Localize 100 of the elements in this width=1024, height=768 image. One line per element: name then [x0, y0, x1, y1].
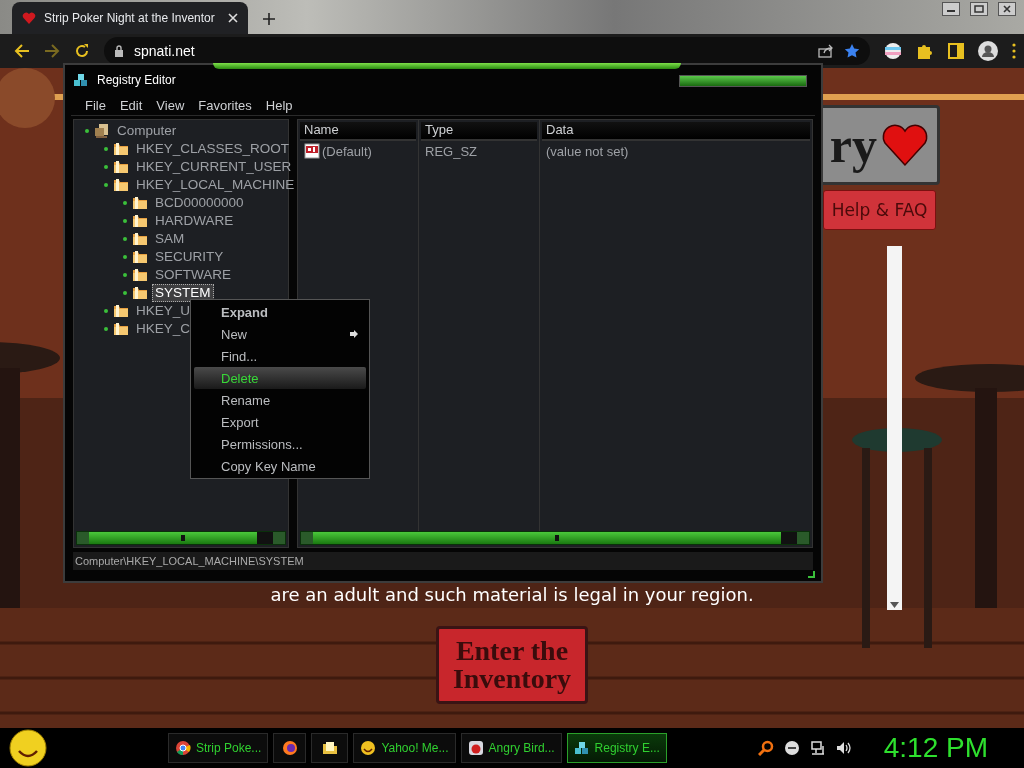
clock: 4:12 PM	[883, 732, 988, 764]
horizontal-scrollbar[interactable]	[76, 531, 286, 545]
folder-icon	[132, 285, 148, 301]
folder-icon	[113, 141, 129, 157]
menu-icon[interactable]	[1012, 43, 1016, 59]
tree-item[interactable]: HKEY_LOCAL_MACHINE	[133, 176, 298, 194]
plus-icon[interactable]	[262, 12, 276, 26]
heart-icon	[22, 11, 36, 25]
folder-icon	[132, 213, 148, 229]
folder-icon	[132, 195, 148, 211]
string-value-icon	[304, 143, 320, 159]
tree-item[interactable]: BCD00000000	[152, 194, 247, 212]
taskbar-button[interactable]: Yahoo! Me...	[353, 733, 456, 763]
menu-item[interactable]: Favorites	[198, 96, 252, 114]
expander-dot[interactable]	[122, 254, 128, 260]
minus-circle-icon[interactable]	[783, 740, 800, 756]
back-arrow-icon[interactable]	[14, 43, 30, 59]
menu-item[interactable]: Delete	[194, 367, 366, 389]
expander-dot[interactable]	[122, 218, 128, 224]
caption-buttons[interactable]	[679, 75, 807, 87]
tree-item[interactable]: SAM	[152, 230, 188, 248]
volume-icon[interactable]	[835, 740, 852, 756]
horizontal-scrollbar[interactable]	[300, 531, 810, 545]
folder-icon	[113, 321, 129, 337]
share-icon[interactable]	[818, 44, 834, 58]
expander-dot[interactable]	[103, 182, 109, 188]
menu-item[interactable]: Permissions...	[194, 433, 366, 455]
menu-item[interactable]: New	[194, 323, 366, 345]
resize-grip-icon[interactable]	[807, 570, 815, 578]
expander-dot[interactable]	[84, 128, 90, 134]
avatar-icon[interactable]	[978, 41, 998, 61]
minimize-icon[interactable]	[942, 2, 960, 16]
heart-icon	[881, 123, 929, 167]
smiley-start-icon[interactable]	[8, 728, 48, 768]
sidebar-icon[interactable]	[948, 43, 964, 59]
expander-dot[interactable]	[103, 326, 109, 332]
lock-icon	[114, 45, 124, 57]
network-icon[interactable]	[809, 740, 826, 756]
menu-item[interactable]: Find...	[194, 345, 366, 367]
column-header[interactable]: Name	[300, 122, 416, 141]
tree-item[interactable]: HKEY_CLASSES_ROOT	[133, 140, 293, 158]
taskbar-icon-button[interactable]	[311, 733, 349, 763]
submenu-arrow-icon	[350, 330, 358, 338]
browser-icon	[175, 740, 191, 756]
star-icon[interactable]	[844, 43, 860, 59]
fox-browser-icon	[281, 740, 298, 756]
tree-item[interactable]: HARDWARE	[152, 212, 237, 230]
smiley-icon	[360, 740, 377, 756]
address-bar[interactable]: spnati.net	[104, 37, 870, 65]
tree-item[interactable]: SECURITY	[152, 248, 227, 266]
menu-item[interactable]: View	[156, 96, 185, 114]
profile-badge-icon[interactable]	[884, 42, 902, 60]
expander-dot[interactable]	[122, 236, 128, 242]
menu-item[interactable]: Copy Key Name	[194, 455, 366, 477]
folder-icon	[132, 249, 148, 265]
tree-item[interactable]: HKEY_U	[133, 302, 194, 320]
expander-dot[interactable]	[103, 308, 109, 314]
registry-cubes-icon	[73, 72, 89, 88]
menu-item[interactable]: File	[85, 96, 106, 114]
expander-dot[interactable]	[103, 164, 109, 170]
taskbar-icon-button[interactable]	[273, 733, 307, 763]
tree-item[interactable]: HKEY_C	[133, 320, 194, 338]
search-icon[interactable]	[757, 740, 774, 756]
folder-icon	[113, 159, 129, 175]
column-header[interactable]: Type	[421, 122, 537, 141]
scroll-down-arrow-icon[interactable]	[890, 602, 899, 608]
expander-dot[interactable]	[122, 272, 128, 278]
computer-icon	[94, 123, 110, 139]
folder-icon	[132, 231, 148, 247]
notice-text: are an adult and such material is legal in your region.	[270, 584, 754, 605]
column-header[interactable]: Data	[542, 122, 810, 141]
menu-item[interactable]: Help	[265, 96, 293, 114]
menu-item[interactable]: Rename	[194, 389, 366, 411]
close-icon[interactable]	[998, 2, 1016, 16]
folder-icon	[132, 267, 148, 283]
browser-tab[interactable]: Strip Poker Night at the Inventor	[12, 2, 248, 34]
taskbar-button[interactable]: Registry E...	[566, 733, 667, 763]
tree-item[interactable]: HKEY_CURRENT_USER	[133, 158, 295, 176]
expander-dot[interactable]	[122, 290, 128, 296]
expander-dot[interactable]	[122, 200, 128, 206]
tree-item[interactable]: SYSTEM	[152, 284, 214, 302]
folder-icon	[113, 177, 129, 193]
folder-icon	[113, 303, 129, 319]
restore-icon[interactable]	[970, 2, 988, 16]
expander-dot[interactable]	[103, 146, 109, 152]
menu-item[interactable]: Expand	[194, 301, 366, 323]
table-cell: (Default)	[322, 143, 372, 159]
tree-item[interactable]: SOFTWARE	[152, 266, 234, 284]
status-bar: Computer\HKEY_LOCAL_MACHINE\SYSTEM	[73, 552, 813, 570]
puzzle-icon[interactable]	[916, 42, 934, 60]
table-cell: REG_SZ	[425, 143, 477, 159]
tree-item[interactable]: Computer	[114, 122, 180, 140]
menu-item[interactable]: Export	[194, 411, 366, 433]
reload-icon[interactable]	[74, 43, 90, 59]
page-scrollbar[interactable]	[887, 246, 902, 610]
menu-item[interactable]: Edit	[119, 96, 143, 114]
taskbar-button[interactable]: Angry Bird...	[460, 733, 562, 763]
forward-arrow-icon[interactable]	[44, 43, 60, 59]
taskbar-button[interactable]: Strip Poke...	[168, 733, 269, 763]
window-title: Registry Editor	[97, 73, 176, 87]
